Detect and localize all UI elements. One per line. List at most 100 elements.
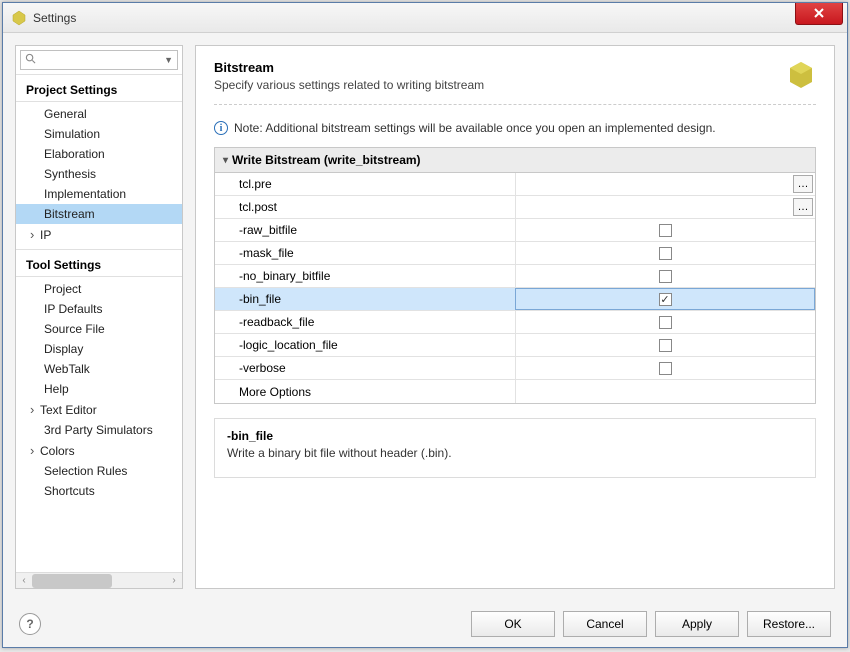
checkbox[interactable] bbox=[659, 293, 672, 306]
settings-tree[interactable]: Project SettingsGeneralSimulationElabora… bbox=[16, 75, 182, 572]
browse-button[interactable]: … bbox=[793, 198, 813, 216]
tree-item-ip[interactable]: IP bbox=[16, 224, 182, 245]
vendor-logo-icon bbox=[786, 60, 816, 93]
tree-item-selection-rules[interactable]: Selection Rules bbox=[16, 461, 182, 481]
scroll-track[interactable] bbox=[32, 574, 166, 588]
search-field-wrap[interactable]: ▼ bbox=[20, 50, 178, 70]
search-icon bbox=[25, 53, 36, 67]
tree-item-display[interactable]: Display bbox=[16, 339, 182, 359]
search-dropdown-icon[interactable]: ▼ bbox=[164, 55, 173, 65]
browse-button[interactable]: … bbox=[793, 175, 813, 193]
checkbox[interactable] bbox=[659, 316, 672, 329]
property-value[interactable] bbox=[515, 288, 815, 310]
content-area: ▼ Project SettingsGeneralSimulationElabo… bbox=[3, 33, 847, 601]
footer: ? OK Cancel Apply Restore... bbox=[3, 601, 847, 647]
tree-item-shortcuts[interactable]: Shortcuts bbox=[16, 481, 182, 501]
property-row[interactable]: tcl.post … bbox=[215, 196, 815, 219]
property-row[interactable]: -readback_file bbox=[215, 311, 815, 334]
close-button[interactable] bbox=[795, 3, 843, 25]
tree-item-general[interactable]: General bbox=[16, 104, 182, 124]
property-value[interactable]: … bbox=[515, 173, 815, 195]
property-value[interactable] bbox=[515, 380, 815, 403]
properties-rows: tcl.pre…tcl.post…-raw_bitfile-mask_file-… bbox=[215, 173, 815, 403]
search-box: ▼ bbox=[16, 46, 182, 75]
tree-item-webtalk[interactable]: WebTalk bbox=[16, 359, 182, 379]
tree-item-bitstream[interactable]: Bitstream bbox=[16, 204, 182, 224]
properties-table: ▾ Write Bitstream (write_bitstream) tcl.… bbox=[214, 147, 816, 404]
tree-item-implementation[interactable]: Implementation bbox=[16, 184, 182, 204]
main-panel: Bitstream Specify various settings relat… bbox=[195, 45, 835, 589]
property-label: -bin_file bbox=[215, 288, 515, 310]
search-input[interactable] bbox=[39, 53, 162, 67]
property-row[interactable]: -no_binary_bitfile bbox=[215, 265, 815, 288]
tree-item-source-file[interactable]: Source File bbox=[16, 319, 182, 339]
ok-button[interactable]: OK bbox=[471, 611, 555, 637]
tree-item-help[interactable]: Help bbox=[16, 379, 182, 399]
property-label: tcl.post bbox=[215, 196, 515, 218]
property-value[interactable] bbox=[515, 357, 815, 379]
property-value[interactable] bbox=[515, 265, 815, 287]
window-title: Settings bbox=[33, 11, 795, 25]
property-row[interactable]: -logic_location_file bbox=[215, 334, 815, 357]
horizontal-scrollbar[interactable]: ‹ › bbox=[16, 572, 182, 588]
checkbox[interactable] bbox=[659, 339, 672, 352]
property-value[interactable] bbox=[515, 219, 815, 241]
apply-button[interactable]: Apply bbox=[655, 611, 739, 637]
main-header: Bitstream Specify various settings relat… bbox=[214, 60, 816, 105]
description-text: Write a binary bit file without header (… bbox=[227, 446, 803, 460]
property-label: -mask_file bbox=[215, 242, 515, 264]
tree-item-project[interactable]: Project bbox=[16, 279, 182, 299]
property-row[interactable]: -bin_file bbox=[215, 288, 815, 311]
info-note: i Note: Additional bitstream settings wi… bbox=[214, 121, 816, 135]
tree-item-elaboration[interactable]: Elaboration bbox=[16, 144, 182, 164]
info-icon: i bbox=[214, 121, 228, 135]
property-value[interactable] bbox=[515, 242, 815, 264]
cancel-button[interactable]: Cancel bbox=[563, 611, 647, 637]
property-value[interactable]: … bbox=[515, 196, 815, 218]
property-row[interactable]: -raw_bitfile bbox=[215, 219, 815, 242]
property-label: More Options bbox=[215, 380, 515, 403]
close-icon bbox=[813, 7, 825, 19]
tree-item-simulation[interactable]: Simulation bbox=[16, 124, 182, 144]
restore-button[interactable]: Restore... bbox=[747, 611, 831, 637]
description-title: -bin_file bbox=[227, 429, 803, 443]
property-row[interactable]: -mask_file bbox=[215, 242, 815, 265]
tree-item-colors[interactable]: Colors bbox=[16, 440, 182, 461]
page-subtitle: Specify various settings related to writ… bbox=[214, 78, 816, 92]
property-label: -raw_bitfile bbox=[215, 219, 515, 241]
scroll-thumb[interactable] bbox=[32, 574, 112, 588]
checkbox[interactable] bbox=[659, 270, 672, 283]
property-row[interactable]: tcl.pre … bbox=[215, 173, 815, 196]
property-label: -readback_file bbox=[215, 311, 515, 333]
tree-section-header: Project Settings bbox=[16, 79, 182, 102]
property-label: tcl.pre bbox=[215, 173, 515, 195]
sidebar: ▼ Project SettingsGeneralSimulationElabo… bbox=[15, 45, 183, 589]
property-label: -no_binary_bitfile bbox=[215, 265, 515, 287]
property-row[interactable]: More Options bbox=[215, 380, 815, 403]
properties-group-header[interactable]: ▾ Write Bitstream (write_bitstream) bbox=[215, 148, 815, 173]
checkbox[interactable] bbox=[659, 362, 672, 375]
tree-separator bbox=[16, 249, 182, 250]
property-row[interactable]: -verbose bbox=[215, 357, 815, 380]
titlebar: Settings bbox=[3, 3, 847, 33]
property-label: -logic_location_file bbox=[215, 334, 515, 356]
tree-section-header: Tool Settings bbox=[16, 254, 182, 277]
tree-item-synthesis[interactable]: Synthesis bbox=[16, 164, 182, 184]
property-value[interactable] bbox=[515, 334, 815, 356]
scroll-left-icon[interactable]: ‹ bbox=[16, 575, 32, 586]
tree-item-ip-defaults[interactable]: IP Defaults bbox=[16, 299, 182, 319]
app-icon bbox=[11, 10, 27, 26]
tree-item-3rd-party-simulators[interactable]: 3rd Party Simulators bbox=[16, 420, 182, 440]
settings-window: Settings ▼ Project SettingsGeneralSimula… bbox=[2, 2, 848, 648]
info-text: Note: Additional bitstream settings will… bbox=[234, 121, 716, 135]
page-title: Bitstream bbox=[214, 60, 816, 75]
expand-icon: ▾ bbox=[223, 155, 228, 166]
scroll-right-icon[interactable]: › bbox=[166, 575, 182, 586]
help-button[interactable]: ? bbox=[19, 613, 41, 635]
group-title: Write Bitstream (write_bitstream) bbox=[232, 153, 421, 167]
tree-item-text-editor[interactable]: Text Editor bbox=[16, 399, 182, 420]
checkbox[interactable] bbox=[659, 247, 672, 260]
property-value[interactable] bbox=[515, 311, 815, 333]
description-box: -bin_file Write a binary bit file withou… bbox=[214, 418, 816, 478]
checkbox[interactable] bbox=[659, 224, 672, 237]
